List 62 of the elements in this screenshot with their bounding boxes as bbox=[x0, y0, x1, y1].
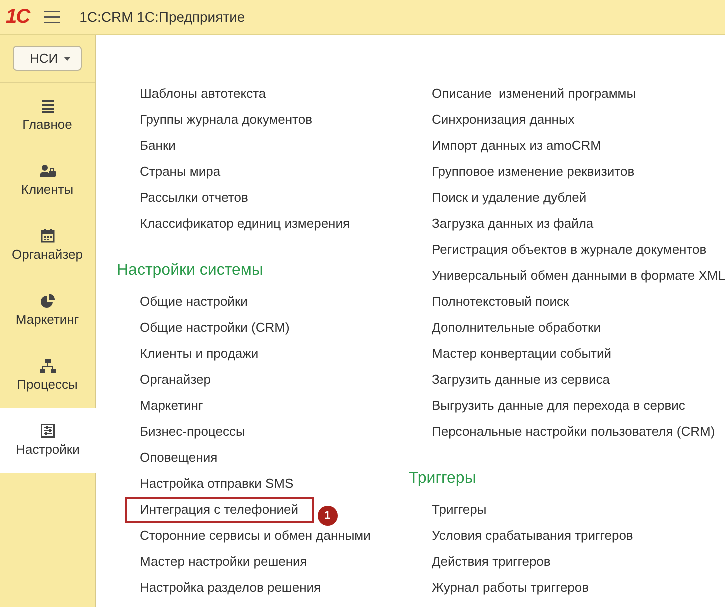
sidebar-label: Маркетинг bbox=[16, 312, 80, 327]
menu-link[interactable]: Универсальный обмен данными в формате XML bbox=[430, 263, 725, 289]
sidebar-label: Настройки bbox=[16, 442, 80, 457]
menu-link[interactable]: Рассылки отчетов bbox=[138, 185, 250, 211]
sidebar-label: Процессы bbox=[17, 377, 78, 392]
menu-link[interactable]: Оповещения bbox=[138, 445, 220, 471]
menu-link[interactable]: Загрузить данные из сервиса bbox=[430, 367, 612, 393]
menu-link[interactable]: Условия срабатывания триггеров bbox=[430, 523, 636, 549]
section-heading: Настройки системы bbox=[117, 261, 264, 281]
menu-link[interactable]: Дополнительные обработки bbox=[430, 315, 603, 341]
menu-link[interactable]: Триггеры bbox=[430, 497, 489, 523]
sidebar-item[interactable]: Настройки bbox=[0, 408, 96, 473]
menu-link[interactable]: Шаблоны автотекста bbox=[138, 81, 268, 107]
sidebar-item[interactable]: Клиенты bbox=[0, 148, 95, 213]
menu-link[interactable]: Регистрация объектов в журнале документов bbox=[430, 237, 709, 263]
menu-link[interactable]: Поиск и удаление дублей bbox=[430, 185, 589, 211]
caret-icon bbox=[64, 56, 72, 60]
menu-link[interactable]: Загрузка данных из файла bbox=[430, 211, 596, 237]
sidebar-item[interactable]: Маркетинг bbox=[0, 278, 95, 343]
menu-icon[interactable] bbox=[44, 10, 60, 24]
menu-link[interactable]: Страны мира bbox=[138, 159, 223, 185]
menu-link[interactable]: Общие настройки (CRM) bbox=[138, 315, 292, 341]
menu-link[interactable]: Банки bbox=[138, 133, 178, 159]
menu-link[interactable]: Мастер конвертации событий bbox=[430, 341, 614, 367]
menu-link[interactable]: Группы журнала документов bbox=[138, 107, 314, 133]
menu-link[interactable]: Бизнес-процессы bbox=[138, 419, 248, 445]
menu-link[interactable]: Интеграция с телефонией bbox=[125, 497, 314, 523]
menu-link[interactable]: Мастер настройки решения bbox=[138, 549, 310, 575]
settings-sliders-icon bbox=[41, 424, 55, 438]
sidebar-label: Главное bbox=[22, 117, 72, 132]
menu-link[interactable]: Импорт данных из amoCRM bbox=[430, 133, 604, 159]
menu-link[interactable]: Синхронизация данных bbox=[430, 107, 577, 133]
menu-link[interactable]: Сторонние сервисы и обмен данными bbox=[138, 523, 373, 549]
menu-lines-icon bbox=[40, 99, 54, 113]
menu-link[interactable]: Описание изменений программы bbox=[430, 81, 638, 107]
menu-link[interactable]: Настройка разделов решения bbox=[138, 575, 324, 601]
calendar-icon bbox=[40, 229, 54, 243]
menu-link[interactable]: Маркетинг bbox=[138, 393, 206, 419]
sidebar-label: Клиенты bbox=[21, 182, 74, 197]
step-badge: 1 bbox=[318, 506, 338, 526]
sidebar-item[interactable]: Главное bbox=[0, 83, 95, 148]
sidebar-item[interactable]: Процессы bbox=[0, 343, 95, 408]
section-heading: Триггеры bbox=[409, 469, 478, 489]
sidebar-label: Органайзер bbox=[12, 247, 83, 262]
menu-link[interactable]: Общие настройки bbox=[138, 289, 250, 315]
pie-chart-icon bbox=[40, 294, 54, 308]
menu-link[interactable]: Клиенты и продажи bbox=[138, 341, 261, 367]
menu-link[interactable]: Органайзер bbox=[138, 367, 213, 393]
menu-link[interactable]: Персональные настройки пользователя (CRM) bbox=[430, 419, 718, 445]
menu-link[interactable]: Классификатор единиц измерения bbox=[138, 211, 352, 237]
window-title: 1С:CRM 1С:Предприятие bbox=[80, 9, 246, 25]
menu-link[interactable]: Групповое изменение реквизитов bbox=[430, 159, 637, 185]
users-icon bbox=[40, 164, 56, 178]
menu-link[interactable]: Настройка отправки SMS bbox=[138, 471, 296, 497]
menu-link[interactable]: Полнотекстовый поиск bbox=[430, 289, 572, 315]
sidebar-item[interactable]: Органайзер bbox=[0, 213, 95, 278]
section-dropdown[interactable]: НСИ bbox=[12, 46, 82, 71]
hierarchy-icon bbox=[40, 359, 56, 373]
menu-link[interactable]: Выгрузить данные для перехода в сервис bbox=[430, 393, 688, 419]
app-logo: 1С bbox=[6, 6, 30, 28]
menu-link[interactable]: Журнал работы триггеров bbox=[430, 575, 592, 601]
menu-link[interactable]: Действия триггеров bbox=[430, 549, 553, 575]
